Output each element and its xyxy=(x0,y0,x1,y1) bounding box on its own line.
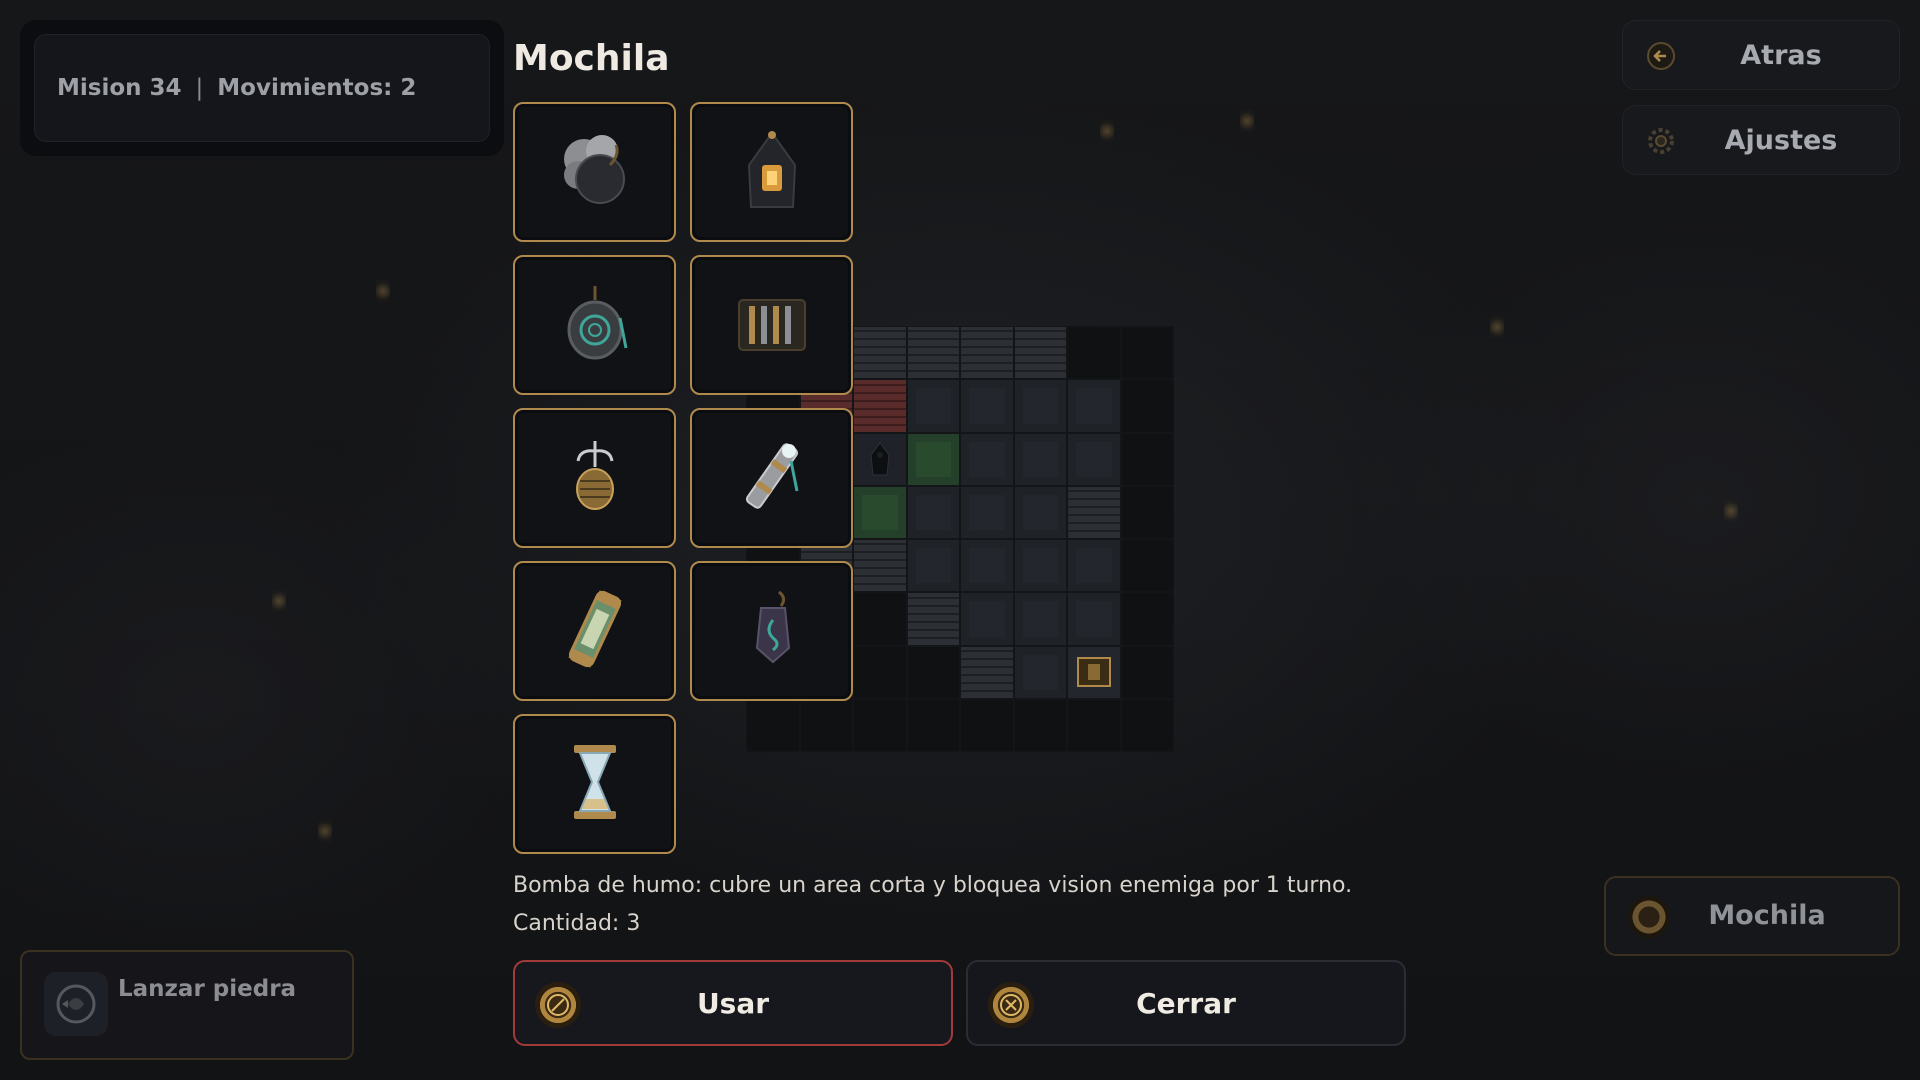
close-medallion-icon xyxy=(988,982,1034,1028)
moves-counter: Movimientos: 2 xyxy=(217,75,417,101)
inventory-slot-amulet[interactable] xyxy=(513,255,676,395)
gear-icon xyxy=(1645,125,1677,157)
inventory-slot-lantern[interactable] xyxy=(690,102,853,242)
arrow-left-icon xyxy=(1645,40,1677,72)
item-description: Bomba de humo: cubre un area corta y blo… xyxy=(513,873,1353,898)
player-token xyxy=(853,432,907,486)
back-button[interactable]: Atras xyxy=(1622,20,1900,90)
mission-info: Mision 34 | Movimientos: 2 xyxy=(34,34,490,142)
inventory-slot-charm[interactable] xyxy=(690,561,853,701)
ability-throw-stone[interactable]: Lanzar piedra xyxy=(20,950,354,1060)
scroll-tube-icon xyxy=(550,584,640,678)
close-button[interactable]: Cerrar xyxy=(966,960,1406,1046)
settings-button[interactable]: Ajustes xyxy=(1622,105,1900,175)
rune-charm-icon xyxy=(727,584,817,678)
grappling-hook-icon xyxy=(550,431,640,525)
item-quantity: Cantidad: 3 xyxy=(513,911,641,936)
mission-panel: Mision 34 | Movimientos: 2 xyxy=(20,20,504,156)
stone-throw-icon xyxy=(44,972,108,1036)
mission-number: Mision 34 xyxy=(57,75,182,101)
backpack-button[interactable]: Mochila xyxy=(1604,876,1900,956)
spyglass-icon xyxy=(727,431,817,525)
hooded-lantern-icon xyxy=(727,125,817,219)
inventory-slot-scroll-tube[interactable] xyxy=(513,561,676,701)
hourglass-icon xyxy=(550,737,640,831)
backpack-medallion-icon xyxy=(1628,896,1670,938)
hud-separator: | xyxy=(195,75,204,101)
lockpick-kit-icon xyxy=(727,278,817,372)
smoke-bomb-icon xyxy=(550,125,640,219)
check-medallion-icon xyxy=(535,982,581,1028)
inventory-slot-grappling-hook[interactable] xyxy=(513,408,676,548)
inventory-slot-lockpicks[interactable] xyxy=(690,255,853,395)
use-button[interactable]: Usar xyxy=(513,960,953,1046)
inventory-slot-spyglass[interactable] xyxy=(690,408,853,548)
rune-amulet-icon xyxy=(550,278,640,372)
inventory-slot-smoke-bomb[interactable] xyxy=(513,102,676,242)
inventory-slot-hourglass[interactable] xyxy=(513,714,676,854)
ability-label: Lanzar piedra xyxy=(118,976,297,1002)
inventory-title: Mochila xyxy=(513,38,670,79)
chest-tile[interactable] xyxy=(1067,645,1121,699)
